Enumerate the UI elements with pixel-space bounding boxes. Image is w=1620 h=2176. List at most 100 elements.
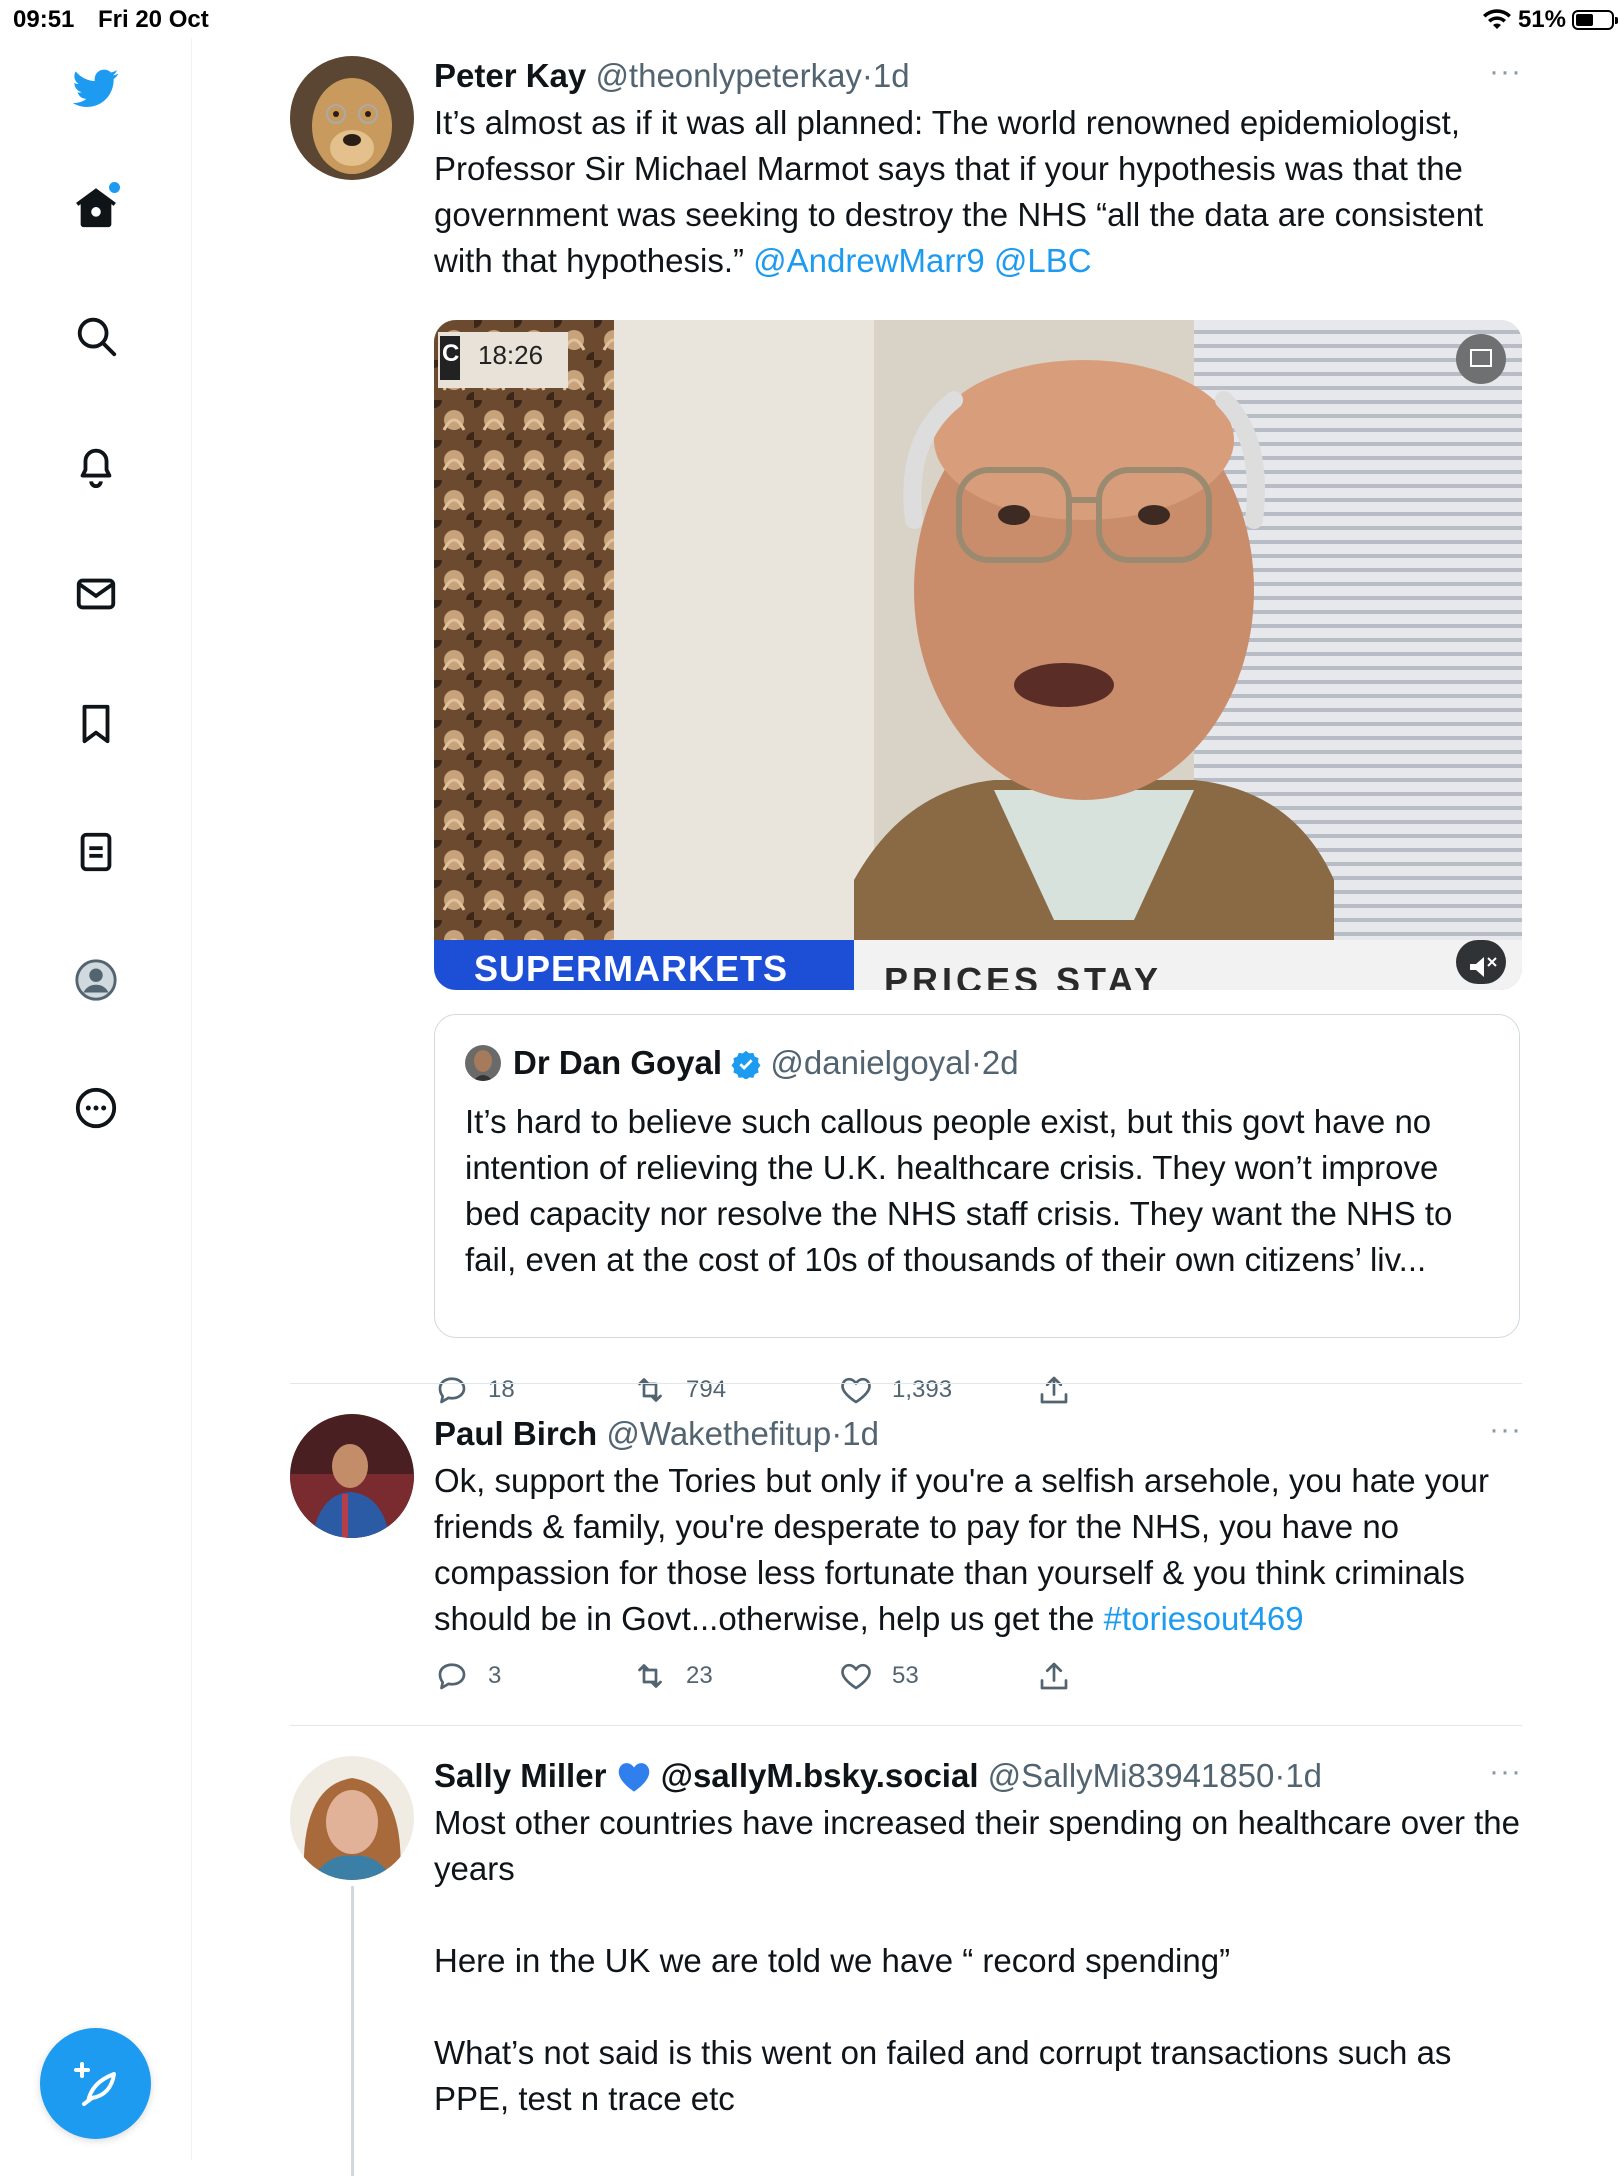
tweet-header: Sally Miller @sallyM.bsky.social @SallyM… xyxy=(434,1755,1522,1796)
banner-left-text: SUPERMARKETS xyxy=(474,948,789,989)
reply-count: 3 xyxy=(488,1662,502,1689)
retweet-count: 794 xyxy=(686,1376,727,1403)
battery-percent: 51% xyxy=(1517,6,1566,33)
share-icon xyxy=(1040,1376,1068,1404)
thread-line xyxy=(351,1886,354,2176)
share-icon xyxy=(1040,1662,1068,1690)
author-handle[interactable]: @SallyMi83941850 xyxy=(988,1757,1275,1794)
tweet-text: It’s almost as if it was all planned: Th… xyxy=(434,100,1522,284)
tweet-header: Paul Birch @Wakethefitup·1d ··· xyxy=(434,1413,1522,1454)
more-options-icon[interactable]: ··· xyxy=(1489,1410,1522,1450)
lists-glyph xyxy=(80,832,112,872)
mention-links[interactable]: @AndrewMarr9 @LBC xyxy=(753,242,1091,279)
more-options-icon[interactable]: ··· xyxy=(1489,52,1522,92)
compose-tweet-button[interactable] xyxy=(40,2028,151,2139)
reply-count: 18 xyxy=(488,1376,515,1403)
mail-glyph xyxy=(76,578,116,610)
notification-dot xyxy=(109,182,120,193)
like-count: 53 xyxy=(892,1662,919,1689)
tweet[interactable]: Paul Birch @Wakethefitup·1d ··· Ok, supp… xyxy=(290,1413,1522,1714)
tweet-text: Ok, support the Tories but only if you'r… xyxy=(434,1458,1522,1642)
heart-icon xyxy=(841,1377,871,1404)
status-date: Fri 20 Oct xyxy=(98,6,209,33)
more-options-icon[interactable]: ··· xyxy=(1489,1752,1522,1792)
tweet-actions: 18 794 1,393 xyxy=(434,1372,1134,1412)
captions-icon[interactable] xyxy=(1456,334,1506,384)
video-clock: 18:26 xyxy=(478,340,544,370)
video-frame xyxy=(434,320,1522,990)
author-name[interactable]: Sally Miller @sallyM.bsky.social xyxy=(434,1757,978,1794)
search-glyph xyxy=(77,317,117,357)
quoted-tweet[interactable]: Dr Dan Goyal @danielgoyal·2d It’s hard t… xyxy=(434,1014,1520,1338)
bell-glyph xyxy=(80,448,112,488)
battery-fill xyxy=(1576,14,1594,26)
tweet-time[interactable]: 1d xyxy=(1285,1757,1322,1794)
retweet-button[interactable]: 794 xyxy=(632,1372,726,1408)
status-bar: 09:51 Fri 20 Oct 51% xyxy=(0,0,1620,38)
separator: · xyxy=(1274,1757,1286,1794)
tweet[interactable]: Peter Kay @theonlypeterkay·1d ··· It’s a… xyxy=(290,55,1522,1404)
hashtag-link[interactable]: #toriesout469 xyxy=(1104,1600,1304,1637)
quote-text: It’s hard to believe such callous people… xyxy=(465,1103,1453,1278)
reply-button[interactable]: 3 xyxy=(434,1658,501,1694)
bell-icon[interactable] xyxy=(70,440,122,492)
like-button[interactable]: 1,393 xyxy=(838,1372,952,1408)
more-glyph xyxy=(75,1087,117,1129)
tweet-body: Peter Kay @theonlypeterkay·1d ··· It’s a… xyxy=(434,55,1522,284)
bookmark-glyph xyxy=(82,704,110,744)
tweet-time[interactable]: 1d xyxy=(873,57,910,94)
sidebar xyxy=(0,38,192,2160)
retweet-button[interactable]: 23 xyxy=(632,1658,713,1694)
author-name[interactable]: Paul Birch xyxy=(434,1415,597,1452)
wifi-icon xyxy=(1482,9,1511,29)
like-count: 1,393 xyxy=(892,1376,953,1403)
avatar[interactable] xyxy=(290,1414,414,1538)
status-time: 09:51 xyxy=(13,6,75,33)
twitter-bird-icon[interactable] xyxy=(70,62,122,114)
author-handle[interactable]: @Wakethefitup xyxy=(606,1415,831,1452)
profile-icon[interactable] xyxy=(70,954,122,1006)
like-button[interactable]: 53 xyxy=(838,1658,919,1694)
more-circle-icon[interactable] xyxy=(70,1082,122,1134)
separator: · xyxy=(970,1044,982,1081)
tweet-body: Paul Birch @Wakethefitup·1d ··· Ok, supp… xyxy=(434,1413,1522,1642)
retweet-count: 23 xyxy=(686,1662,713,1689)
search-icon[interactable] xyxy=(70,310,122,362)
tweet-actions: 3 23 53 xyxy=(434,1658,1134,1698)
home-icon[interactable] xyxy=(70,182,122,234)
author-name[interactable]: Peter Kay xyxy=(434,57,586,94)
battery-icon xyxy=(1572,10,1618,30)
profile-glyph xyxy=(75,959,117,1001)
author-handle[interactable]: @theonlypeterkay xyxy=(595,57,861,94)
quote-author-name: Dr Dan Goyal xyxy=(513,1044,723,1081)
share-button[interactable] xyxy=(1036,1658,1072,1694)
quote-avatar-image xyxy=(465,1045,501,1081)
mail-icon[interactable] xyxy=(70,568,122,620)
tweet-body: Sally Miller @sallyM.bsky.social @SallyM… xyxy=(434,1755,1522,2122)
tweet-text-content: Ok, support the Tories but only if you'r… xyxy=(434,1462,1489,1637)
bookmark-icon[interactable] xyxy=(70,698,122,750)
feather-plus-icon xyxy=(73,2061,116,2106)
quote-header: Dr Dan Goyal @danielgoyal·2d xyxy=(513,1043,1019,1083)
lists-icon[interactable] xyxy=(70,826,122,878)
separator: · xyxy=(861,57,873,94)
retweet-icon xyxy=(638,1664,662,1688)
blue-heart-icon xyxy=(618,1763,649,1792)
tweet-paragraph: What’s not said is this went on failed a… xyxy=(434,2034,1452,2117)
tweet[interactable]: Sally Miller @sallyM.bsky.social @SallyM… xyxy=(290,1755,1522,2176)
avatar[interactable] xyxy=(290,56,414,180)
mute-icon[interactable] xyxy=(1456,940,1506,984)
tweet-time[interactable]: 1d xyxy=(842,1415,879,1452)
bird-glyph xyxy=(73,69,119,107)
author-name-text: Sally Miller xyxy=(434,1757,607,1794)
video-player[interactable]: C 18:26 SUPERMARKETS PRICES STAY xyxy=(434,320,1522,990)
tweet-paragraph: Most other countries have increased thei… xyxy=(434,1804,1520,1887)
share-button[interactable] xyxy=(1036,1372,1072,1408)
avatar[interactable] xyxy=(290,1756,414,1880)
quote-author-handle: @danielgoyal xyxy=(770,1044,971,1081)
tweet-text: Most other countries have increased thei… xyxy=(434,1800,1522,2122)
verified-badge-icon xyxy=(731,1050,761,1080)
reply-button[interactable]: 18 xyxy=(434,1372,515,1408)
